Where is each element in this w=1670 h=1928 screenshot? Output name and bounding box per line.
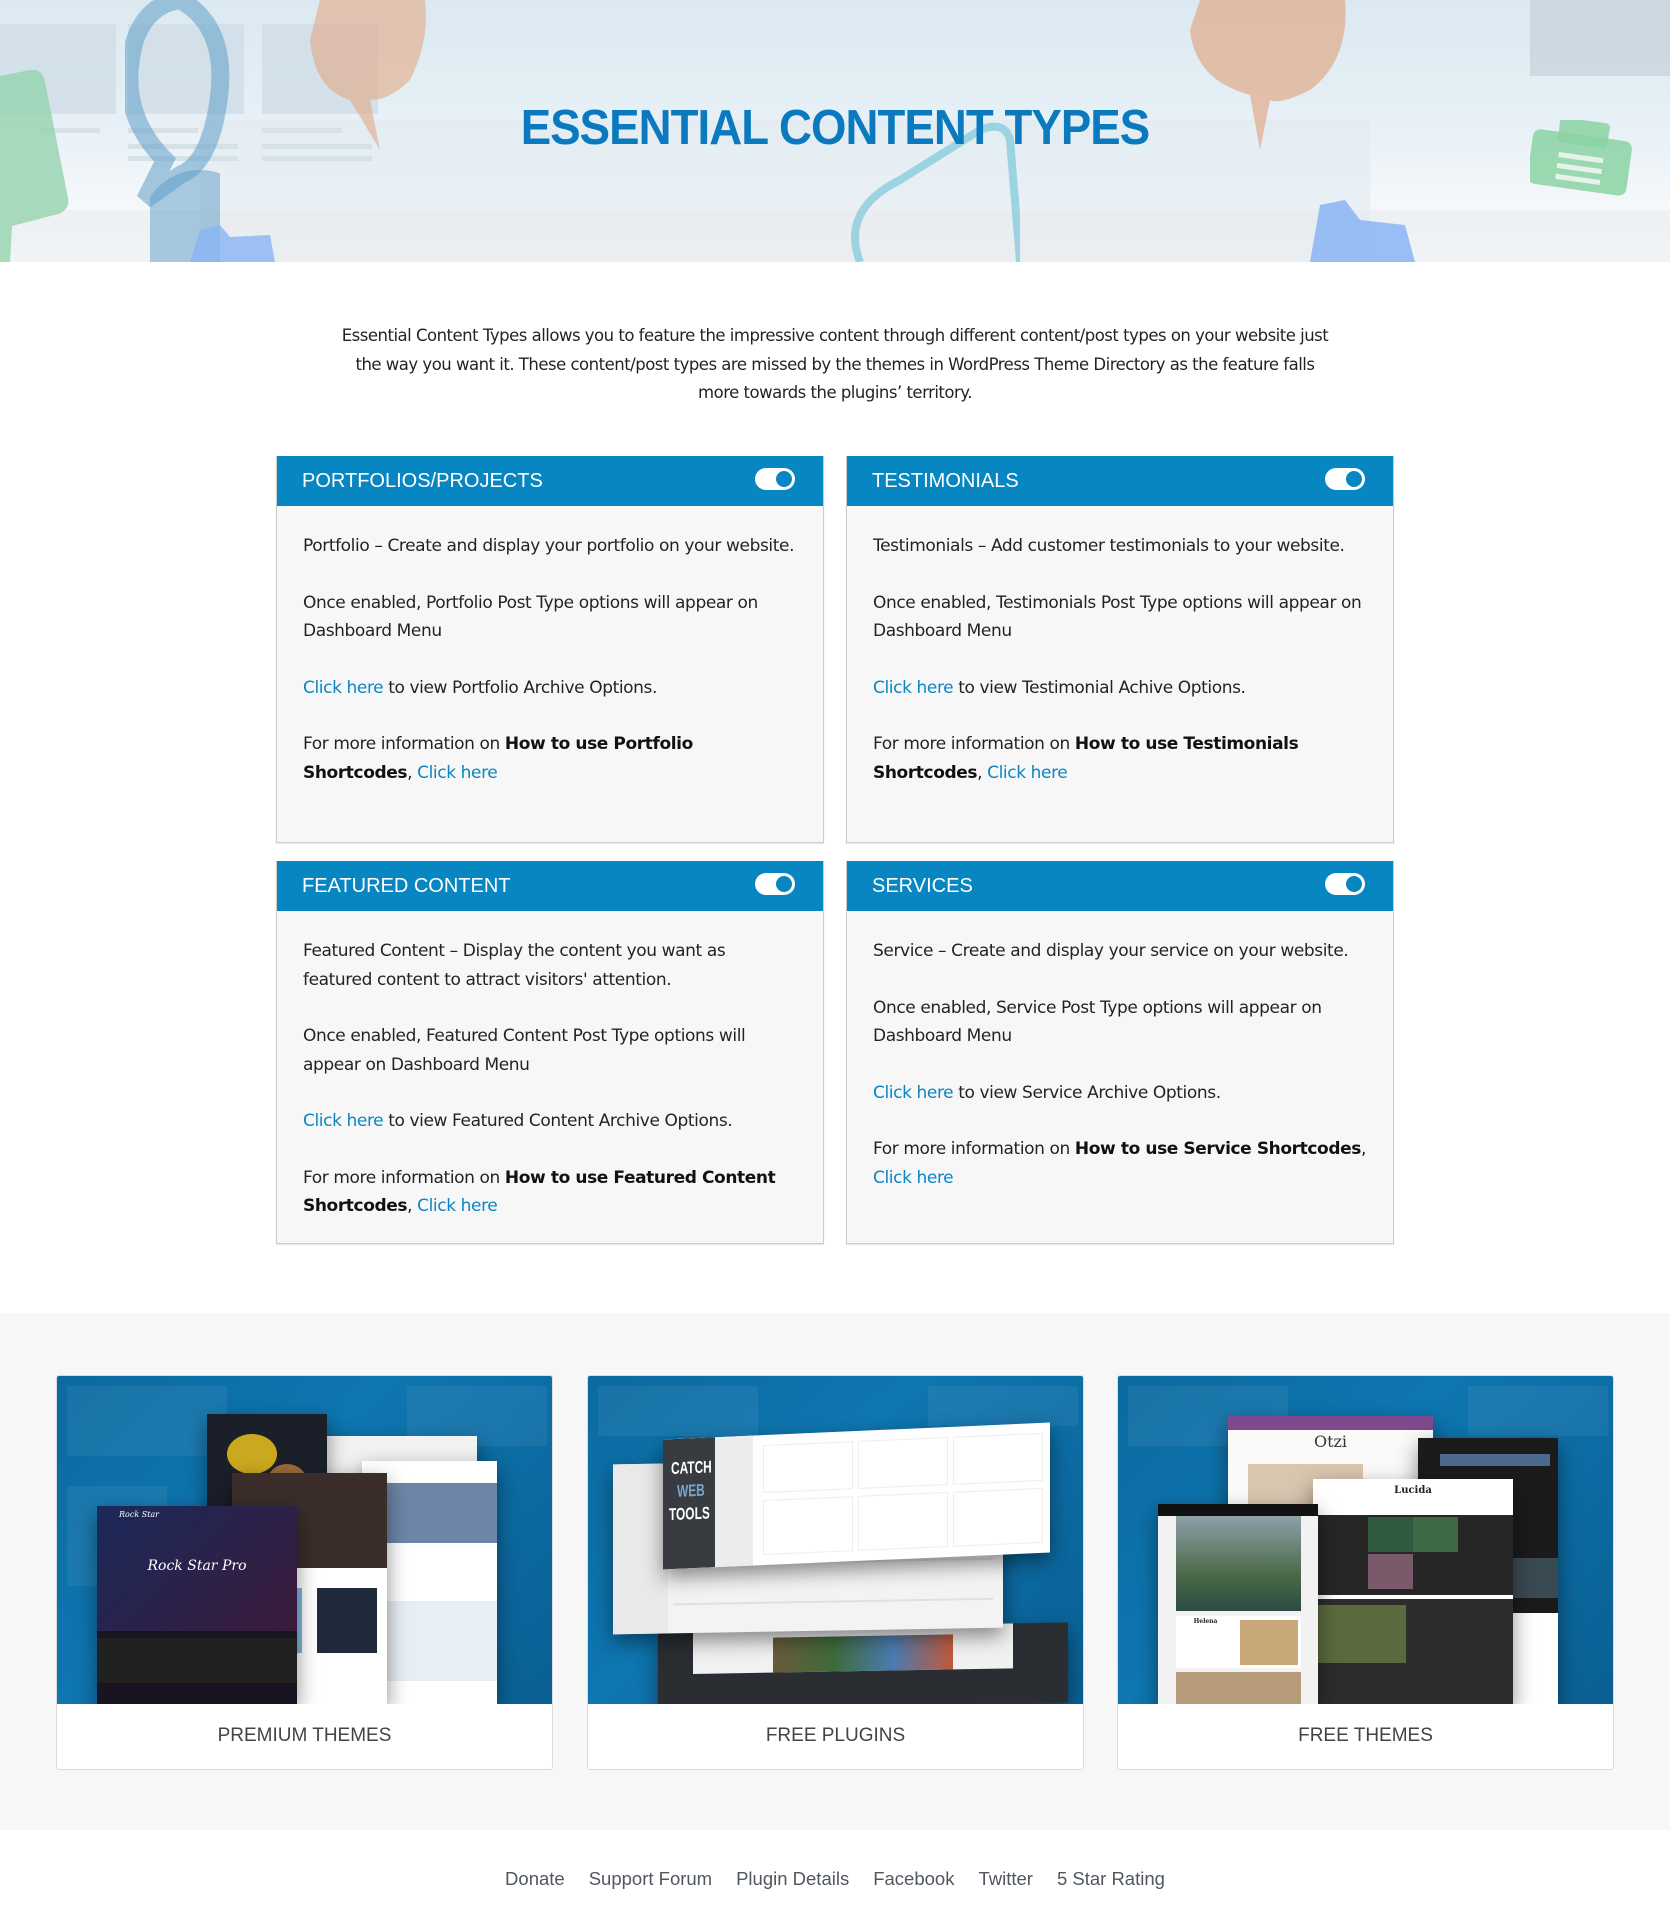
info-prefix: For more information on: [873, 734, 1075, 754]
archive-text: to view Service Archive Options.: [953, 1082, 1221, 1103]
services-toggle-switch[interactable]: [1325, 873, 1365, 895]
card-title: SERVICES: [872, 874, 973, 897]
toggle-knob: [1346, 876, 1362, 892]
card-description: Portfolio – Create and display your port…: [303, 536, 795, 556]
premium-themes-label: PREMIUM THEMES: [217, 1724, 392, 1746]
testimonials-toggle-switch[interactable]: [1325, 468, 1365, 490]
donate-link[interactable]: Donate: [505, 1868, 565, 1890]
helena-heading: Helena: [1193, 1618, 1218, 1625]
card-description: Featured Content – Display the content y…: [303, 941, 726, 990]
green-tag-icon: [0, 70, 69, 262]
info-prefix: For more information on: [873, 1139, 1075, 1159]
premium-themes-panel[interactable]: Rock Star Rock Star Pro PREMIUM THEMES: [56, 1375, 553, 1770]
toggle-knob: [1346, 471, 1362, 487]
archive-options-link[interactable]: Click here: [303, 1111, 384, 1131]
free-plugins-image: CATCH WEB TOOLS: [588, 1376, 1083, 1704]
card-header: SERVICES: [847, 861, 1393, 911]
support-forum-link[interactable]: Support Forum: [589, 1868, 712, 1890]
rock-star-pro-title: Rock Star Pro: [147, 1558, 247, 1574]
card-info-line: For more information on How to use Portf…: [303, 730, 799, 787]
card-archive-line: Click here to view Portfolio Archive Opt…: [303, 674, 799, 703]
card-description: Testimonials – Add customer testimonials…: [873, 536, 1345, 556]
card-header: TESTIMONIALS: [847, 456, 1393, 506]
info-bold: How to use Service Shortcodes: [1074, 1139, 1361, 1159]
card-body: Testimonials – Add customer testimonials…: [847, 506, 1393, 809]
archive-options-link[interactable]: Click here: [303, 678, 384, 698]
module-card-testimonials: TESTIMONIALS Testimonials – Add customer…: [846, 456, 1394, 843]
card-enabled-note: Once enabled, Featured Content Post Type…: [303, 1026, 746, 1075]
toggle-knob: [776, 471, 792, 487]
card-body: Portfolio – Create and display your port…: [277, 506, 823, 809]
card-enabled-note: Once enabled, Testimonials Post Type opt…: [873, 592, 1362, 642]
card-info-line: For more information on How to use Servi…: [873, 1135, 1369, 1192]
module-card-services: SERVICES Service – Create and display yo…: [846, 861, 1394, 1244]
card-info-line: For more information on How to use Testi…: [873, 730, 1369, 787]
free-plugins-label: FREE PLUGINS: [765, 1724, 906, 1746]
card-header: PORTFOLIOS/PROJECTS: [277, 456, 823, 506]
card-archive-line: Click here to view Featured Content Arch…: [303, 1107, 799, 1136]
shortcodes-help-link[interactable]: Click here: [873, 1168, 954, 1188]
toggle-knob: [776, 876, 792, 892]
twitter-link[interactable]: Twitter: [978, 1868, 1032, 1890]
card-title: FEATURED CONTENT: [302, 874, 511, 897]
info-sep: ,: [977, 762, 988, 783]
folder-right-icon: [1310, 200, 1415, 262]
free-themes-panel[interactable]: Otzi Lucida Helena FREE THEMES: [1117, 1375, 1614, 1770]
intro-description: Essential Content Types allows you to fe…: [341, 326, 1329, 402]
plugin-details-link[interactable]: Plugin Details: [736, 1868, 849, 1890]
hero-banner: ESSENTIAL CONTENT TYPES: [0, 0, 1670, 262]
facebook-link[interactable]: Facebook: [873, 1868, 954, 1890]
archive-options-link[interactable]: Click here: [873, 678, 954, 698]
info-prefix: For more information on: [303, 1167, 505, 1188]
module-card-featured-content: FEATURED CONTENT Featured Content – Disp…: [276, 861, 824, 1244]
module-card-portfolios: PORTFOLIOS/PROJECTS Portfolio – Create a…: [276, 456, 824, 843]
web-word: WEB: [677, 1480, 705, 1501]
shortcodes-help-link[interactable]: Click here: [417, 763, 498, 783]
free-plugins-panel[interactable]: CATCH WEB TOOLS FREE PLUGINS: [587, 1375, 1084, 1770]
card-enabled-note: Once enabled, Service Post Type options …: [873, 997, 1322, 1047]
card-enabled-note: Once enabled, Portfolio Post Type option…: [303, 592, 758, 642]
footer-links: Donate Support Forum Plugin Details Face…: [0, 1868, 1670, 1890]
card-body: Service – Create and display your servic…: [847, 911, 1393, 1214]
archive-text: to view Featured Content Archive Options…: [383, 1111, 733, 1131]
tools-word: TOOLS: [669, 1503, 710, 1525]
folder-icon: [190, 225, 275, 262]
free-themes-image: Otzi Lucida Helena: [1118, 1376, 1613, 1704]
shortcodes-help-link[interactable]: Click here: [417, 1196, 498, 1216]
banner-background-box: [1530, 0, 1670, 76]
portfolio-toggle-switch[interactable]: [755, 468, 795, 490]
free-themes-label: FREE THEMES: [1298, 1724, 1433, 1746]
archive-text: to view Testimonial Achive Options.: [953, 677, 1246, 698]
card-archive-line: Click here to view Testimonial Achive Op…: [873, 674, 1369, 703]
footer: Donate Support Forum Plugin Details Face…: [0, 1830, 1670, 1928]
catch-word: CATCH: [671, 1457, 712, 1479]
card-body: Featured Content – Display the content y…: [277, 911, 823, 1243]
lucida-logo: Lucida: [1394, 1485, 1432, 1496]
archive-options-link[interactable]: Click here: [873, 1083, 954, 1103]
rock-star-logo: Rock Star: [119, 1510, 159, 1519]
page-title: ESSENTIAL CONTENT TYPES: [520, 101, 1150, 155]
card-title: TESTIMONIALS: [872, 469, 1019, 492]
premium-themes-image: Rock Star Rock Star Pro: [57, 1376, 552, 1704]
shortcodes-help-link[interactable]: Click here: [987, 763, 1068, 783]
card-archive-line: Click here to view Service Archive Optio…: [873, 1079, 1369, 1108]
card-description: Service – Create and display your servic…: [873, 941, 1349, 961]
info-prefix: For more information on: [303, 734, 505, 754]
archive-text: to view Portfolio Archive Options.: [383, 677, 658, 698]
five-star-rating-link[interactable]: 5 Star Rating: [1057, 1868, 1165, 1890]
card-header: FEATURED CONTENT: [277, 861, 823, 911]
info-sep: ,: [1360, 1139, 1366, 1159]
otzi-logo: Otzi: [1313, 1432, 1348, 1451]
info-sep: ,: [407, 1196, 418, 1216]
info-sep: ,: [407, 762, 418, 783]
promo-section: Rock Star Rock Star Pro PREMIUM THEMES C…: [0, 1313, 1670, 1830]
card-title: PORTFOLIOS/PROJECTS: [302, 469, 543, 492]
featured-content-toggle-switch[interactable]: [755, 873, 795, 895]
card-info-line: For more information on How to use Featu…: [303, 1164, 799, 1221]
